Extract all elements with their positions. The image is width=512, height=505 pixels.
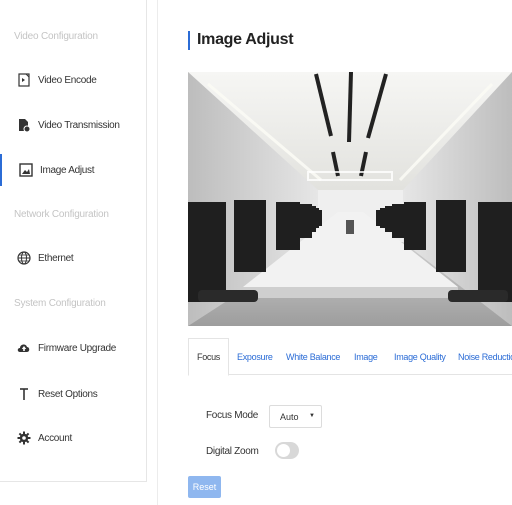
tab-image-quality[interactable]: Image Quality <box>394 338 446 375</box>
sidebar-item-account[interactable]: Account <box>0 422 146 454</box>
sidebar-item-label: Ethernet <box>38 252 74 264</box>
sidebar-item-ethernet[interactable]: Ethernet <box>0 242 146 274</box>
focus-mode-select[interactable]: Auto ▼ <box>269 405 322 428</box>
image-adjust-icon <box>19 163 33 177</box>
tab-exposure[interactable]: Exposure <box>237 338 273 375</box>
sidebar-item-firmware-upgrade[interactable]: Firmware Upgrade <box>0 332 146 364</box>
sidebar-item-label: Account <box>38 432 73 444</box>
toggle-knob <box>277 444 290 457</box>
section-header-system: System Configuration <box>14 298 106 309</box>
sidebar-item-label: Image Adjust <box>40 164 95 176</box>
digital-zoom-toggle[interactable] <box>275 442 299 459</box>
reset-icon <box>17 387 31 401</box>
sidebar-item-label: Firmware Upgrade <box>38 342 117 354</box>
page-title: Image Adjust <box>197 31 294 48</box>
cloud-upload-icon <box>17 341 31 355</box>
reset-button[interactable]: Reset <box>188 476 221 498</box>
camera-preview-image <box>188 72 512 326</box>
divider <box>157 0 158 505</box>
sidebar-item-label: Video Transmission <box>38 119 120 131</box>
digital-zoom-label: Digital Zoom <box>206 446 259 457</box>
sidebar-item-image-adjust[interactable]: Image Adjust <box>0 154 146 186</box>
section-header-network: Network Configuration <box>14 209 109 220</box>
gear-icon <box>17 431 31 445</box>
sidebar-item-video-transmission[interactable]: Video Transmission <box>0 109 146 141</box>
tab-noise-reduction[interactable]: Noise Reduction <box>458 338 512 375</box>
sidebar-item-video-encode[interactable]: Video Encode <box>0 64 146 96</box>
tab-focus[interactable]: Focus <box>188 338 230 376</box>
focus-mode-value: Auto <box>280 411 299 422</box>
title-accent-bar <box>188 31 190 50</box>
sidebar-item-label: Reset Options <box>38 388 98 400</box>
section-header-video: Video Configuration <box>14 31 98 42</box>
tab-image[interactable]: Image <box>354 338 378 375</box>
video-transmission-icon <box>17 118 31 132</box>
video-encode-icon <box>17 73 31 87</box>
globe-icon <box>17 251 31 265</box>
tab-white-balance[interactable]: White Balance <box>286 338 340 375</box>
settings-tabs: Focus Exposure White Balance Image Image… <box>188 338 512 376</box>
sidebar-item-label: Video Encode <box>38 74 97 86</box>
chevron-down-icon: ▼ <box>309 413 315 419</box>
sidebar: Video Configuration Video Encode Video T… <box>0 0 147 482</box>
focus-mode-label: Focus Mode <box>206 410 259 421</box>
sidebar-item-reset-options[interactable]: Reset Options <box>0 378 146 410</box>
